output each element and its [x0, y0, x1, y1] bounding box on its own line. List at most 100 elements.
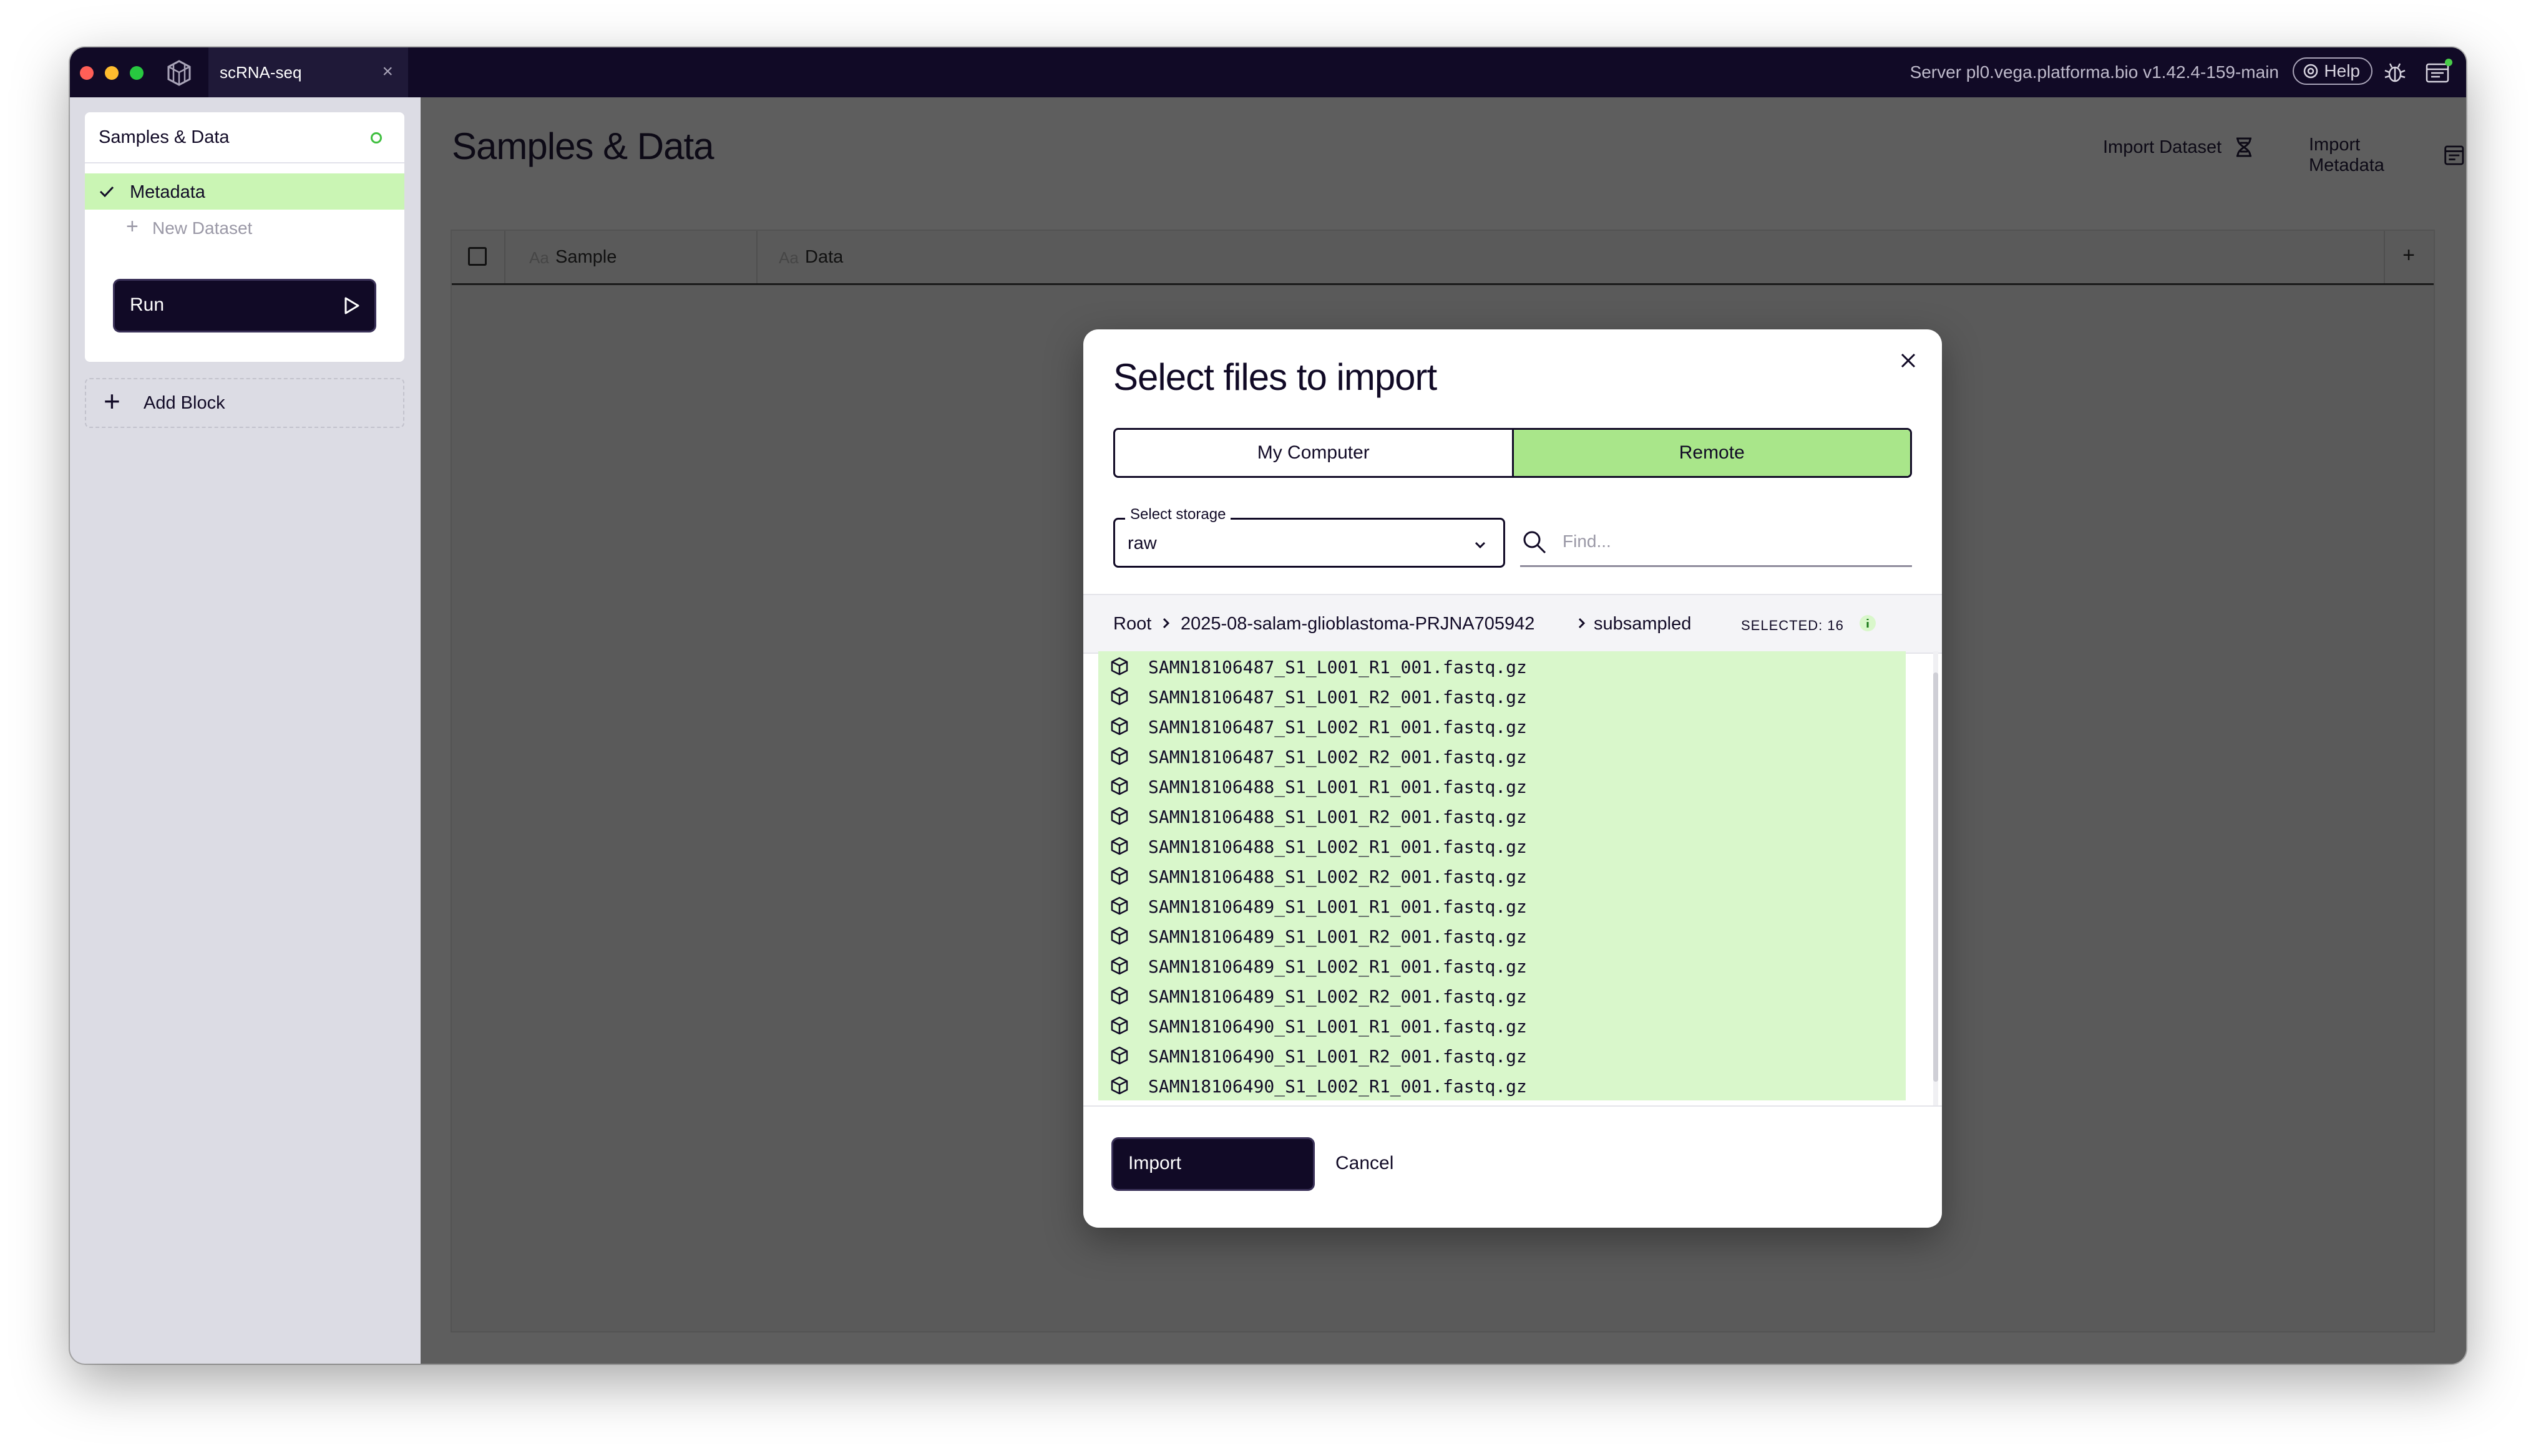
file-row[interactable]: SAMN18106489_S1_L001_R1_001.fastq.gz	[1098, 891, 1906, 921]
file-row[interactable]: SAMN18106489_S1_L001_R2_001.fastq.gz	[1098, 921, 1906, 951]
new-dataset-button[interactable]: + New Dataset	[126, 215, 253, 238]
column-divider	[2384, 231, 2385, 283]
select-all-checkbox[interactable]	[468, 247, 487, 266]
file-name: SAMN18106487_S1_L001_R2_001.fastq.gz	[1148, 687, 1527, 707]
source-toggle: My Computer Remote	[1113, 428, 1912, 478]
run-label: Run	[130, 294, 165, 315]
file-name: SAMN18106489_S1_L002_R1_001.fastq.gz	[1148, 956, 1527, 977]
file-row[interactable]: SAMN18106488_S1_L002_R2_001.fastq.gz	[1098, 861, 1906, 891]
file-row[interactable]: SAMN18106488_S1_L001_R2_001.fastq.gz	[1098, 801, 1906, 831]
breadcrumb-subfolder[interactable]: subsampled	[1594, 614, 1691, 634]
app-logo-icon[interactable]	[165, 59, 193, 87]
sidebar-section-header[interactable]: Samples & Data	[85, 112, 404, 163]
sidebar-section-title: Samples & Data	[99, 127, 230, 147]
file-name: SAMN18106488_S1_L002_R2_001.fastq.gz	[1148, 866, 1527, 887]
dialog-title: Select files to import	[1113, 356, 1437, 398]
app-window: scRNA-seq × Server pl0.vega.platforma.bi…	[70, 47, 2466, 1364]
new-dataset-label: New Dataset	[152, 218, 253, 238]
sidebar-card: Samples & Data Metadata + New Dataset Ru…	[85, 112, 404, 362]
file-name: SAMN18106487_S1_L002_R2_001.fastq.gz	[1148, 747, 1527, 767]
file-row[interactable]: SAMN18106489_S1_L002_R2_001.fastq.gz	[1098, 981, 1906, 1011]
file-name: SAMN18106490_S1_L001_R1_001.fastq.gz	[1148, 1016, 1527, 1037]
page-title: Samples & Data	[452, 125, 714, 167]
import-dataset-button[interactable]: Import Dataset	[2103, 135, 2256, 160]
file-row[interactable]: SAMN18106490_S1_L002_R1_001.fastq.gz	[1098, 1070, 1906, 1100]
play-icon	[344, 297, 359, 314]
file-name: SAMN18106488_S1_L001_R2_001.fastq.gz	[1148, 807, 1527, 827]
tab-remote[interactable]: Remote	[1511, 430, 1910, 476]
file-row[interactable]: SAMN18106490_S1_L001_R2_001.fastq.gz	[1098, 1041, 1906, 1070]
file-box-icon	[1111, 777, 1128, 795]
metadata-import-icon	[2444, 145, 2464, 165]
file-box-icon	[1111, 1016, 1128, 1035]
storage-select-label: Select storage	[1125, 506, 1231, 523]
column-header-sample[interactable]: Sample	[555, 247, 617, 268]
file-box-icon	[1111, 1076, 1128, 1095]
import-files-dialog: Select files to import My Computer Remot…	[1083, 329, 1942, 1228]
storage-select[interactable]: Select storage raw	[1113, 506, 1505, 568]
file-name: SAMN18106489_S1_L001_R1_001.fastq.gz	[1148, 896, 1527, 917]
file-box-icon	[1111, 747, 1128, 765]
table-header: Aa Sample Aa Data +	[452, 231, 2434, 285]
sidebar-item-metadata[interactable]: Metadata	[85, 173, 404, 210]
import-button[interactable]: Import	[1113, 1139, 1313, 1189]
column-divider	[504, 231, 505, 283]
add-block-label: Add Block	[144, 393, 225, 413]
import-dataset-label: Import Dataset	[2103, 137, 2222, 157]
import-metadata-button[interactable]: Import Metadata	[2309, 135, 2466, 176]
plus-icon: +	[126, 215, 139, 238]
file-row[interactable]: SAMN18106488_S1_L002_R1_001.fastq.gz	[1098, 831, 1906, 861]
file-box-icon	[1111, 687, 1128, 706]
notification-dot	[2445, 59, 2452, 66]
window-minimize-control[interactable]	[105, 66, 119, 80]
file-row[interactable]: SAMN18106487_S1_L001_R2_001.fastq.gz	[1098, 681, 1906, 711]
find-input[interactable]: Find...	[1520, 518, 1912, 567]
file-box-icon	[1111, 1046, 1128, 1065]
file-name: SAMN18106487_S1_L002_R1_001.fastq.gz	[1148, 717, 1527, 737]
title-bar: scRNA-seq × Server pl0.vega.platforma.bi…	[70, 47, 2466, 97]
find-placeholder: Find...	[1563, 531, 1611, 551]
tab-close-icon[interactable]: ×	[382, 61, 393, 82]
window-close-control[interactable]	[80, 66, 94, 80]
file-row[interactable]: SAMN18106487_S1_L002_R2_001.fastq.gz	[1098, 741, 1906, 771]
info-icon[interactable]	[1858, 614, 1877, 633]
help-icon	[2304, 64, 2318, 79]
bug-icon[interactable]	[2382, 60, 2407, 85]
file-list: SAMN18106487_S1_L001_R1_001.fastq.gz SAMN…	[1098, 651, 1906, 1105]
close-icon[interactable]	[1896, 348, 1921, 373]
breadcrumb: Root 2025-08-salam-glioblastoma-PRJNA705…	[1083, 594, 1942, 654]
column-header-data[interactable]: Data	[805, 247, 843, 268]
sidebar-item-label: Metadata	[130, 182, 205, 202]
file-row[interactable]: SAMN18106489_S1_L002_R1_001.fastq.gz	[1098, 951, 1906, 981]
run-button[interactable]: Run	[115, 281, 374, 331]
tab-scrna-seq[interactable]: scRNA-seq ×	[208, 47, 408, 97]
file-box-icon	[1111, 926, 1128, 945]
dataset-import-icon	[2236, 137, 2252, 157]
add-block-button[interactable]: + Add Block	[85, 378, 404, 428]
dialog-footer: Import Cancel	[1083, 1105, 1942, 1228]
tab-my-computer[interactable]: My Computer	[1115, 430, 1512, 476]
file-row[interactable]: SAMN18106488_S1_L001_R1_001.fastq.gz	[1098, 771, 1906, 801]
breadcrumb-root[interactable]: Root	[1113, 614, 1151, 634]
file-name: SAMN18106489_S1_L002_R2_001.fastq.gz	[1148, 986, 1527, 1007]
chevron-right-icon	[1163, 618, 1170, 629]
file-name: SAMN18106488_S1_L001_R1_001.fastq.gz	[1148, 777, 1527, 797]
window-maximize-control[interactable]	[130, 66, 144, 80]
file-row[interactable]: SAMN18106487_S1_L001_R1_001.fastq.gz	[1098, 651, 1906, 681]
breadcrumb-folder[interactable]: 2025-08-salam-glioblastoma-PRJNA705942	[1181, 614, 1534, 634]
tab-label: scRNA-seq	[220, 63, 302, 82]
file-row[interactable]: SAMN18106487_S1_L002_R1_001.fastq.gz	[1098, 711, 1906, 741]
file-box-icon	[1111, 717, 1128, 735]
help-button[interactable]: Help	[2293, 57, 2373, 85]
cancel-button[interactable]: Cancel	[1335, 1153, 1393, 1174]
scrollbar-thumb[interactable]	[1933, 672, 1938, 1082]
chevron-down-icon	[1475, 541, 1486, 549]
file-row[interactable]: SAMN18106490_S1_L001_R1_001.fastq.gz	[1098, 1011, 1906, 1041]
file-box-icon	[1111, 866, 1128, 885]
server-info: Server pl0.vega.platforma.bio v1.42.4-15…	[1909, 62, 2279, 82]
text-type-icon: Aa	[529, 248, 549, 267]
file-box-icon	[1111, 837, 1128, 855]
add-column-button[interactable]: +	[2402, 243, 2415, 268]
status-indicator-icon	[371, 132, 382, 143]
help-label: Help	[2324, 61, 2360, 80]
